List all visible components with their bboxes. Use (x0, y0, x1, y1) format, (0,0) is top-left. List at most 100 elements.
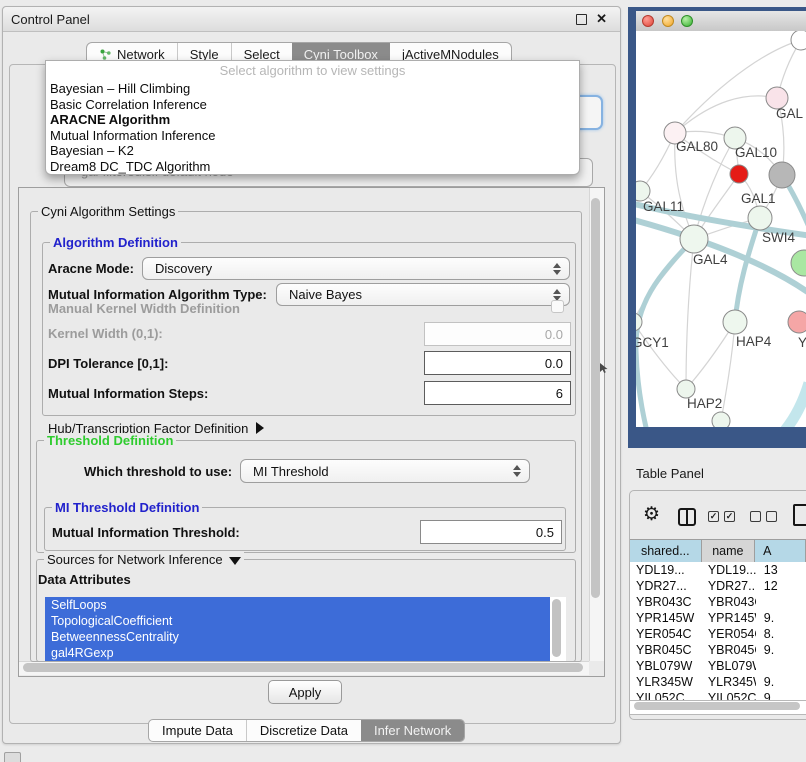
algorithm-option[interactable]: Mutual Information Inference (46, 128, 579, 144)
table-panel-title: Table Panel (636, 466, 704, 481)
document-icon[interactable] (793, 504, 806, 526)
table-row[interactable]: YBR045CYBR045C9. (630, 642, 806, 658)
threshold-definition-title: Threshold Definition (44, 433, 176, 448)
table-cell: YBR043C (702, 594, 756, 610)
algorithm-option[interactable]: Basic Correlation Inference (46, 97, 579, 113)
network-graph: GALGAL80GAL10GAL1GAL11SWI4GAL4GCY1HAP4YH… (636, 31, 806, 427)
float-window-icon[interactable] (576, 14, 587, 25)
column-header-clipped[interactable]: A (755, 540, 806, 563)
algorithm-dropdown-prompt: Select algorithm to view settings (46, 61, 579, 81)
algorithm-dropdown-list: Select algorithm to view settings Bayesi… (45, 60, 580, 175)
table-cell: YPR145W (702, 610, 756, 626)
attribute-item[interactable]: TopologicalCoefficient (45, 613, 550, 629)
tab-impute-data[interactable]: Impute Data (149, 720, 246, 741)
stepper-icon (513, 465, 521, 477)
manual-kernel-label: Manual Kernel Width Definition (48, 301, 240, 316)
network-node[interactable] (712, 412, 730, 427)
vertical-scrollbar-thumb[interactable] (591, 198, 600, 598)
network-canvas[interactable]: GALGAL80GAL10GAL1GAL11SWI4GAL4GCY1HAP4YH… (636, 31, 806, 427)
aracne-mode-select[interactable]: Discovery (142, 257, 570, 280)
network-node[interactable] (788, 311, 806, 333)
close-traffic-light-icon[interactable] (642, 15, 654, 27)
table-cell: YLR345W (630, 674, 702, 690)
checked-columns-icon[interactable]: ✓✓ (708, 511, 735, 522)
mi-type-select[interactable]: Naive Bayes (276, 283, 570, 306)
attribute-item[interactable]: BetweennessCentrality (45, 629, 550, 645)
algorithm-option[interactable]: Bayesian – K2 (46, 143, 579, 159)
attribute-item[interactable]: gal4RGexp (45, 645, 550, 661)
mi-threshold-input[interactable]: 0.5 (420, 520, 562, 544)
manual-kernel-checkbox[interactable] (551, 300, 564, 313)
bottom-left-widget[interactable] (4, 752, 21, 762)
algorithm-option[interactable]: ARACNE Algorithm (46, 112, 579, 128)
column-header-shared-name[interactable]: shared... (630, 540, 702, 563)
mouse-cursor (600, 363, 609, 374)
network-node[interactable] (636, 181, 650, 201)
network-node[interactable] (730, 165, 748, 183)
close-icon[interactable]: ✕ (596, 11, 607, 27)
minimize-traffic-light-icon[interactable] (662, 15, 674, 27)
table-cell: YER054C (702, 626, 756, 642)
network-node[interactable] (791, 31, 806, 50)
network-node[interactable] (791, 250, 806, 276)
mi-type-value: Naive Bayes (289, 287, 362, 302)
network-node[interactable] (748, 206, 772, 230)
node-label: GAL1 (741, 191, 776, 206)
kernel-width-label: Kernel Width (0,1): (48, 326, 163, 342)
table-cell: 9. (756, 674, 806, 690)
node-label: GAL (776, 106, 804, 121)
table-cell: YDL19... (702, 562, 756, 578)
table-cell (756, 594, 806, 610)
table-row[interactable]: YER054CYER054C8. (630, 626, 806, 642)
zoom-traffic-light-icon[interactable] (681, 15, 693, 27)
algorithm-option[interactable]: Dream8 DC_TDC Algorithm (46, 159, 579, 175)
mi-threshold-group-title: MI Threshold Definition (52, 500, 202, 515)
table-cell: YPR145W (630, 610, 702, 626)
unchecked-columns-icon[interactable] (750, 511, 777, 522)
table-row[interactable]: YIL052CYIL052C9. (630, 690, 806, 700)
table-row[interactable]: YLR345WYLR345W9. (630, 674, 806, 690)
attribute-item[interactable]: SelfLoops (45, 597, 550, 613)
control-panel-titlebar: Control Panel ✕ (3, 7, 620, 32)
sources-title-text: Sources for Network Inference (47, 552, 223, 567)
node-label: HAP4 (736, 334, 772, 349)
table-row[interactable]: YPR145WYPR145W9. (630, 610, 806, 626)
mi-steps-input[interactable]: 6 (424, 381, 571, 405)
kernel-width-input[interactable]: 0.0 (424, 322, 571, 346)
table-cell: 8. (756, 626, 806, 642)
split-columns-icon[interactable] (678, 508, 696, 526)
dpi-tolerance-input[interactable]: 0.0 (424, 351, 571, 375)
tab-discretize-data[interactable]: Discretize Data (246, 720, 361, 741)
sources-group-title[interactable]: Sources for Network Inference (44, 552, 244, 567)
tab-infer-network[interactable]: Infer Network (361, 720, 464, 741)
table-cell: YIL052C (702, 690, 756, 700)
network-edge (636, 239, 694, 427)
network-node[interactable] (723, 310, 747, 334)
table-row[interactable]: YBL079WYBL079W (630, 658, 806, 674)
horizontal-scrollbar-thumb[interactable] (23, 663, 583, 672)
aracne-mode-value: Discovery (155, 261, 212, 276)
which-threshold-label: Which threshold to use: (84, 462, 232, 482)
network-edge (734, 383, 806, 427)
apply-button[interactable]: Apply (268, 680, 342, 704)
column-header-name[interactable]: name (702, 540, 756, 563)
network-edge (721, 322, 735, 421)
table-cell: 9. (756, 642, 806, 658)
expand-right-icon (256, 422, 264, 434)
stepper-icon (553, 263, 561, 275)
list-scrollbar-thumb[interactable] (552, 599, 561, 657)
table-row[interactable]: YDR27...YDR27...12 (630, 578, 806, 594)
algorithm-option[interactable]: Bayesian – Hill Climbing (46, 81, 579, 97)
network-node[interactable] (769, 162, 795, 188)
table-cell: YDR27... (630, 578, 702, 594)
table-row[interactable]: YDL19...YDL19...13 (630, 562, 806, 578)
gear-icon[interactable]: ⚙ (643, 505, 660, 524)
table-cell: YLR345W (702, 674, 756, 690)
node-label: HAP2 (687, 396, 722, 411)
which-threshold-select[interactable]: MI Threshold (240, 459, 530, 483)
table-horizontal-scrollbar-thumb[interactable] (634, 702, 800, 710)
table-cell: 9. (756, 610, 806, 626)
table-cell: YDL19... (630, 562, 702, 578)
table-row[interactable]: YBR043CYBR043C (630, 594, 806, 610)
network-node[interactable] (680, 225, 708, 253)
